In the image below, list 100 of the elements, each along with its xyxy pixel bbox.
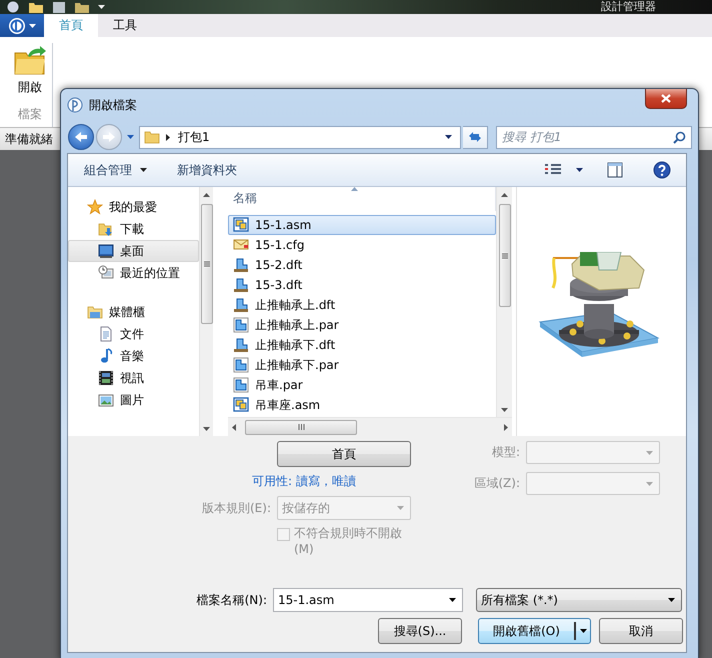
file-row[interactable]: 吊車座.asm xyxy=(228,395,496,415)
caret-icon xyxy=(580,629,586,633)
breadcrumb-item[interactable]: 打包1 xyxy=(176,128,212,146)
down-arrow-icon xyxy=(501,408,508,412)
caret-icon xyxy=(646,482,653,486)
list-view-icon xyxy=(544,163,562,177)
nav-item[interactable]: 圖片 xyxy=(68,389,199,411)
film-strip-icon xyxy=(98,370,114,386)
caret-icon xyxy=(98,5,105,9)
back-button[interactable] xyxy=(68,124,94,150)
caret-icon xyxy=(127,135,134,139)
star-icon xyxy=(87,199,103,215)
right-arrow-icon xyxy=(504,424,508,430)
chevron-right-icon xyxy=(166,134,170,140)
checkbox-label: 不符合規則時不開啟(M) xyxy=(294,525,403,557)
dialog-button[interactable]: 搜尋(S)... xyxy=(378,618,462,644)
file-row[interactable]: 15-2.dft xyxy=(228,255,496,275)
right-arrow-icon xyxy=(102,131,116,143)
down-arrow-icon xyxy=(203,426,210,430)
status-text: 準備就緒 xyxy=(5,130,53,148)
drawing-file-icon xyxy=(233,277,249,293)
nav-item[interactable]: 音樂 xyxy=(68,345,199,367)
grip-icon xyxy=(204,261,210,267)
part-file-icon xyxy=(233,377,249,393)
close-button[interactable] xyxy=(645,89,687,109)
nav-item[interactable]: 媒體櫃 xyxy=(68,301,199,323)
drawing-file-icon xyxy=(233,257,249,273)
address-bar[interactable]: 打包1 xyxy=(139,126,461,148)
nav-item[interactable]: 最近的位置 xyxy=(68,262,199,284)
ribbon-tab[interactable]: 首頁 xyxy=(44,14,98,37)
caret-icon xyxy=(576,168,583,172)
file-row[interactable]: 止推軸承上.dft xyxy=(228,295,496,315)
part-file-icon xyxy=(233,357,249,373)
caret-icon xyxy=(445,135,452,139)
dialog-title: 開啟檔案 xyxy=(89,96,137,114)
file-row[interactable]: 止推軸承上.par xyxy=(228,315,496,335)
drawing-file-icon xyxy=(233,297,249,313)
folder-icon xyxy=(144,129,160,145)
help-icon xyxy=(653,161,671,179)
drawing-file-icon xyxy=(233,337,249,353)
library-folder-icon xyxy=(87,304,103,320)
nav-item[interactable]: 下載 xyxy=(68,218,199,240)
vertical-scrollbar[interactable] xyxy=(199,187,213,436)
open-button[interactable]: 開啟 xyxy=(14,43,46,98)
home-button[interactable]: 首頁 xyxy=(277,441,411,467)
refresh-button[interactable] xyxy=(463,126,488,148)
computer-clock-icon xyxy=(98,265,114,281)
caret-icon xyxy=(397,506,404,510)
nav-item[interactable]: 我的最愛 xyxy=(68,196,199,218)
field-label: 區域(Z): xyxy=(473,475,520,492)
search-icon xyxy=(673,130,686,144)
window-title: 設計管理器 xyxy=(601,1,656,13)
application-menu-button[interactable] xyxy=(0,14,44,37)
open-split-button[interactable]: 開啟舊檔(O) xyxy=(478,618,591,644)
organize-menu-button[interactable]: 組合管理 xyxy=(78,158,153,182)
file-row[interactable]: 止推軸承下.dft xyxy=(228,335,496,355)
sort-arrow-icon xyxy=(351,187,358,191)
music-note-icon xyxy=(98,348,114,364)
file-row[interactable]: 止推軸承下.par xyxy=(228,355,496,375)
part-file-icon xyxy=(233,317,249,333)
file-row[interactable]: 15-1.asm xyxy=(228,215,496,235)
caret-icon xyxy=(668,598,675,602)
file-row[interactable]: 15-3.dft xyxy=(228,275,496,295)
up-arrow-icon xyxy=(203,192,210,196)
file-row[interactable]: 15-1.cfg xyxy=(228,235,496,255)
file-name-field[interactable]: 15-1.asm xyxy=(273,588,463,612)
close-icon xyxy=(661,94,671,103)
grip-icon xyxy=(502,252,508,258)
ribbon-tab[interactable]: 工具 xyxy=(98,14,152,37)
field-label: 版本規則(E): xyxy=(201,500,271,516)
assembly-file-icon xyxy=(233,217,249,233)
folder-arrow-icon xyxy=(98,221,114,237)
monitor-icon xyxy=(98,243,114,259)
left-arrow-icon xyxy=(74,131,88,143)
caret-icon xyxy=(29,24,36,28)
availability-text: 可用性: 讀寫，唯讀 xyxy=(252,473,357,489)
application-logo-icon xyxy=(66,96,84,114)
dialog-button[interactable]: 取消 xyxy=(599,618,683,644)
caret-icon xyxy=(140,168,147,172)
folder-arrow-icon xyxy=(14,45,46,75)
file-row[interactable]: 吊車.par xyxy=(228,375,496,395)
vertical-scrollbar[interactable] xyxy=(496,187,512,417)
pane-icon xyxy=(607,162,623,178)
nav-item[interactable]: 文件 xyxy=(68,323,199,345)
document-icon xyxy=(98,326,114,342)
new-folder-button[interactable]: 新增資料夾 xyxy=(171,158,243,182)
file-type-dropdown[interactable]: 所有檔案 (*.*) xyxy=(476,588,682,612)
nav-item[interactable]: 視訊 xyxy=(68,367,199,389)
horizontal-scrollbar[interactable] xyxy=(228,417,512,436)
group-label: 檔案 xyxy=(18,106,42,123)
assembly-file-icon xyxy=(233,397,249,413)
search-field[interactable]: 搜尋 打包1 xyxy=(496,126,692,148)
refresh-icon xyxy=(467,130,483,144)
caret-icon xyxy=(646,450,653,454)
field-label: 模型: xyxy=(490,444,520,461)
application-logo-icon xyxy=(8,16,26,34)
nav-item[interactable]: 桌面 xyxy=(68,240,199,262)
column-header[interactable]: 名稱 xyxy=(233,190,257,207)
field-label: 檔案名稱(N): xyxy=(196,592,267,608)
left-arrow-icon xyxy=(232,424,236,430)
